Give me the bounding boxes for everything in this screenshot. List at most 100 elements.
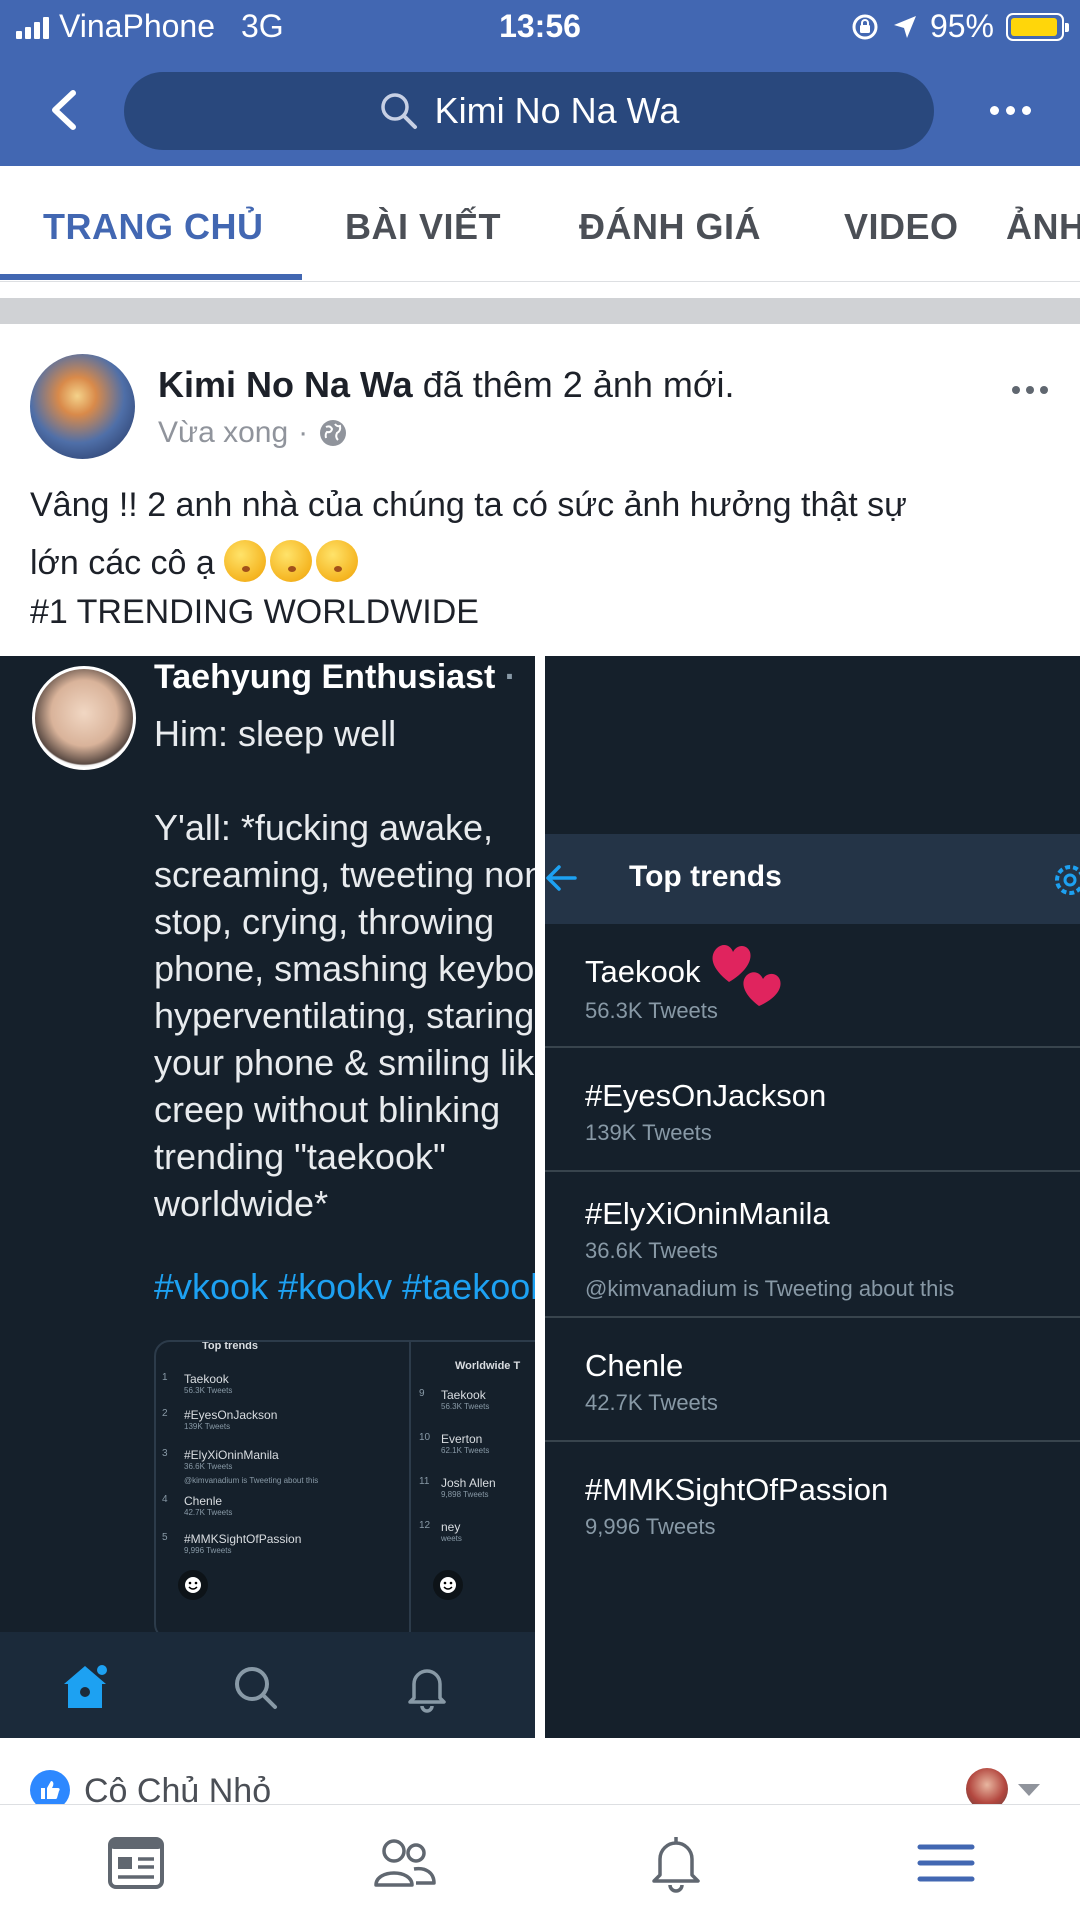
trend-count: 56.3K Tweets xyxy=(585,998,718,1023)
embedded-trend-rank: 10 xyxy=(419,1432,431,1443)
trend-count: 36.6K Tweets xyxy=(585,1238,718,1263)
trend-name: Taekook xyxy=(585,954,701,989)
search-icon xyxy=(380,93,417,129)
embedded-left-panel: Top trends 1 Taekook 56.3K Tweets 2 #EyesOnJ… xyxy=(156,1340,411,1638)
embedded-left-header: Top trends xyxy=(202,1340,259,1352)
post-text-line: #1 TRENDING WORLDWIDE xyxy=(30,593,479,631)
embedded-trend-title: Josh Allen xyxy=(441,1476,496,1490)
top-header: VinaPhone 3G 13:56 95% Kimi No Na Wa xyxy=(0,0,1080,166)
battery-level xyxy=(1011,17,1057,36)
embedded-trend-rank: 9 xyxy=(419,1388,425,1399)
embedded-trend-title: Everton xyxy=(441,1432,483,1446)
embedded-trend-rank: 2 xyxy=(162,1408,168,1419)
tab-home[interactable]: TRANG CHỦ xyxy=(43,206,263,248)
embedded-trend-title: #EyesOnJackson xyxy=(184,1408,278,1422)
home-icon xyxy=(64,1665,107,1708)
embedded-trend-title: ney xyxy=(441,1520,461,1534)
embedded-right-panel: Worldwide T 9 Taekook 56.3K Tweets 10 Everto… xyxy=(413,1342,535,1638)
rotation-lock-icon xyxy=(852,14,878,39)
post-text: Vâng !! 2 anh nhà của chúng ta có sức ản… xyxy=(30,476,1050,632)
post-title: Kimi No Na Wa đã thêm 2 ảnh mới. xyxy=(158,364,734,406)
kissing-face-emoji xyxy=(224,540,267,582)
more-options-button[interactable] xyxy=(980,90,1040,130)
battery-icon xyxy=(1006,12,1069,41)
status-bar: VinaPhone 3G 13:56 95% xyxy=(0,0,1080,56)
caret-down-icon[interactable] xyxy=(1018,1784,1040,1796)
friends-icon[interactable] xyxy=(372,1831,436,1895)
post-photo-tweet[interactable]: Taehyung Enthusiast · Him: sleep well Y'… xyxy=(0,656,535,1738)
embedded-trends-screenshot: Top trends 1 Taekook 56.3K Tweets 2 #EyesOnJ… xyxy=(154,1340,535,1640)
embedded-trend-title: Chenle xyxy=(184,1494,223,1508)
trend-count: 139K Tweets xyxy=(585,1120,712,1145)
embedded-trend-count: 56.3K Tweets xyxy=(184,1386,233,1395)
tweet-bottom-nav xyxy=(0,1632,535,1738)
embedded-trend-title: #ElyXiOninManila xyxy=(184,1448,279,1462)
post-text-line: lớn các cô ạ xyxy=(30,534,1050,592)
tab-videos[interactable]: VIDEO xyxy=(844,206,959,248)
embedded-trend-count: weets xyxy=(441,1534,462,1543)
location-arrow-icon xyxy=(893,15,916,38)
page-avatar[interactable] xyxy=(30,354,135,459)
active-tab-indicator xyxy=(0,274,302,280)
embedded-trend-count: 42.7K Tweets xyxy=(184,1508,233,1517)
trends-title: Top trends xyxy=(629,860,782,893)
tweet-author-avatar xyxy=(32,666,136,770)
embedded-trend-count: 9,898 Tweets xyxy=(441,1490,489,1499)
trend-item: Chenle 42.7K Tweets xyxy=(545,1318,1080,1442)
post-text-fragment: lớn các cô ạ xyxy=(30,544,215,582)
trend-item: #EyesOnJackson 139K Tweets xyxy=(545,1048,1080,1172)
tweet-separator: · xyxy=(504,658,517,696)
smiley-icon xyxy=(178,1570,208,1600)
search-input[interactable]: Kimi No Na Wa xyxy=(124,72,934,150)
kissing-face-emoji xyxy=(270,540,313,582)
news-feed-icon[interactable] xyxy=(104,1831,168,1895)
battery-percent: 95% xyxy=(929,8,994,44)
tab-posts[interactable]: BÀI VIẾT xyxy=(345,206,501,248)
embedded-trend-rank: 3 xyxy=(162,1448,168,1459)
tab-reviews[interactable]: ĐÁNH GIÁ xyxy=(579,206,761,248)
gear-icon xyxy=(1055,865,1080,895)
chevron-left-icon xyxy=(52,90,76,130)
trend-name: Chenle xyxy=(585,1348,684,1383)
trend-item: Taekook 56.3K Tweets xyxy=(545,924,1080,1048)
feed-divider xyxy=(0,298,1080,324)
facebook-page-screen: VinaPhone 3G 13:56 95% Kimi No Na Wa TRA… xyxy=(0,0,1080,1920)
trend-item: #MMKSightOfPassion 9,996 Tweets xyxy=(545,1442,1080,1566)
embedded-trend-count: 62.1K Tweets xyxy=(441,1446,490,1455)
tab-photos[interactable]: ẢNH xyxy=(1006,206,1080,248)
smiley-icon xyxy=(433,1570,463,1600)
tweet-hashtags: #vkook #kookv #taekook xyxy=(154,1266,535,1307)
trend-name: #ElyXiOninManila xyxy=(585,1196,830,1231)
globe-icon xyxy=(320,420,347,446)
post-time[interactable]: Vừa xong xyxy=(158,416,288,450)
post-author[interactable]: Kimi No Na Wa xyxy=(158,364,413,405)
embedded-trend-title: Taekook xyxy=(441,1388,486,1402)
back-button[interactable] xyxy=(40,82,88,138)
embedded-trend-count: @kimvanadium is Tweeting about this xyxy=(184,1476,319,1485)
menu-hamburger-icon[interactable] xyxy=(914,1831,978,1895)
two-hearts-icon xyxy=(712,945,781,1006)
notifications-bell-icon[interactable] xyxy=(644,1831,708,1895)
embedded-trend-title: Taekook xyxy=(184,1372,229,1386)
embedded-right-header: Worldwide T xyxy=(455,1360,521,1372)
post-meta: Vừa xong · xyxy=(158,416,348,450)
post-options-button[interactable] xyxy=(1012,386,1048,394)
embedded-trend-rank: 1 xyxy=(162,1372,168,1383)
bottom-navigation xyxy=(0,1804,1080,1920)
tweet-text: Him: sleep well Y'all: *fucking awake, s… xyxy=(154,713,535,1224)
meta-dot: · xyxy=(298,416,309,449)
trends-header: Top trends xyxy=(545,834,1080,924)
embedded-trend-count: 36.6K Tweets xyxy=(184,1462,233,1471)
embedded-trend-count: 56.3K Tweets xyxy=(441,1402,490,1411)
post-action: đã thêm 2 ảnh mới. xyxy=(422,364,735,405)
post-reactions[interactable]: Cô Chủ Nhỏ xyxy=(0,1738,1080,1810)
embedded-trend-title: #MMKSightOfPassion xyxy=(184,1532,302,1546)
embedded-trend-rank: 11 xyxy=(419,1476,430,1487)
post-photo-trends[interactable]: Top trends Taekook 56.3K Tweets #EyesOnJ… xyxy=(545,656,1080,1738)
embedded-trend-count: 9,996 Tweets xyxy=(184,1546,232,1555)
status-right-group: 95% xyxy=(850,8,1069,45)
trend-name: #MMKSightOfPassion xyxy=(585,1472,889,1507)
search-icon xyxy=(235,1667,277,1709)
search-query: Kimi No Na Wa xyxy=(434,90,680,131)
kissing-face-emoji xyxy=(316,540,359,582)
